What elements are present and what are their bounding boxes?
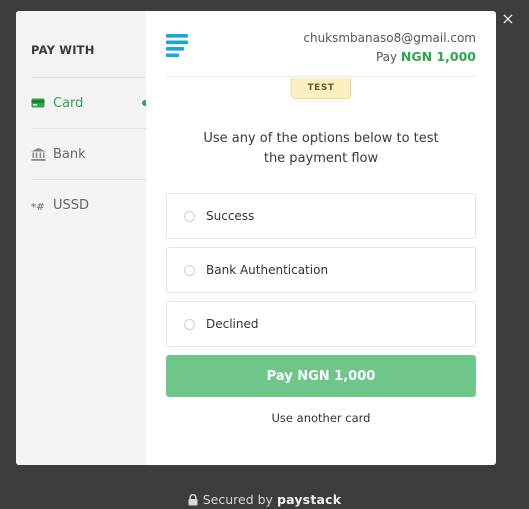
card-icon [31,98,53,108]
option-label: Success [206,209,255,223]
customer-info: chuksmbanaso8@gmail.com Pay NGN 1,000 [303,31,476,64]
svg-text:*#: *# [31,202,45,211]
customer-email: chuksmbanaso8@gmail.com [303,31,476,45]
test-mode-badge: TEST [291,78,351,99]
bank-icon [31,147,53,161]
secured-by-footer: Secured by paystack [0,492,529,507]
option-declined[interactable]: Declined [166,301,476,347]
use-another-card-link[interactable]: Use another card [166,411,476,425]
pay-button[interactable]: Pay NGN 1,000 [166,355,476,397]
ussd-icon: *# [31,201,53,211]
close-button[interactable]: × [499,10,517,28]
option-success[interactable]: Success [166,193,476,239]
sidebar-item-bank[interactable]: Bank [31,129,146,180]
sidebar-item-card[interactable]: Card [31,78,146,129]
lock-icon [188,493,198,506]
pay-amount: NGN 1,000 [400,49,476,64]
merchant-logo-icon [166,34,188,62]
option-label: Declined [206,317,259,331]
sidebar-item-ussd[interactable]: *# USSD [31,180,146,231]
sidebar-item-label: Card [53,95,84,111]
secured-text: Secured by [202,492,273,507]
pay-with-heading: PAY WITH [31,11,146,78]
sidebar-item-label: USSD [53,198,90,213]
paystack-brand: paystack [276,492,342,507]
payment-main-panel: chuksmbanaso8@gmail.com Pay NGN 1,000 TE… [146,11,496,465]
payment-method-sidebar: PAY WITH Card Bank *# USSD [16,11,146,465]
payment-modal: PAY WITH Card Bank *# USSD chuksmbanaso8… [16,11,496,465]
pay-prefix: Pay [375,50,398,64]
option-bank-authentication[interactable]: Bank Authentication [166,247,476,293]
pay-amount-line: Pay NGN 1,000 [303,49,476,64]
radio-button[interactable] [184,318,195,330]
sidebar-item-label: Bank [53,146,86,162]
instruction-text: Use any of the options below to test the… [203,131,439,166]
radio-button[interactable] [184,210,195,222]
merchant-header: chuksmbanaso8@gmail.com Pay NGN 1,000 [166,11,476,77]
option-label: Bank Authentication [206,263,329,277]
radio-button[interactable] [184,264,195,276]
